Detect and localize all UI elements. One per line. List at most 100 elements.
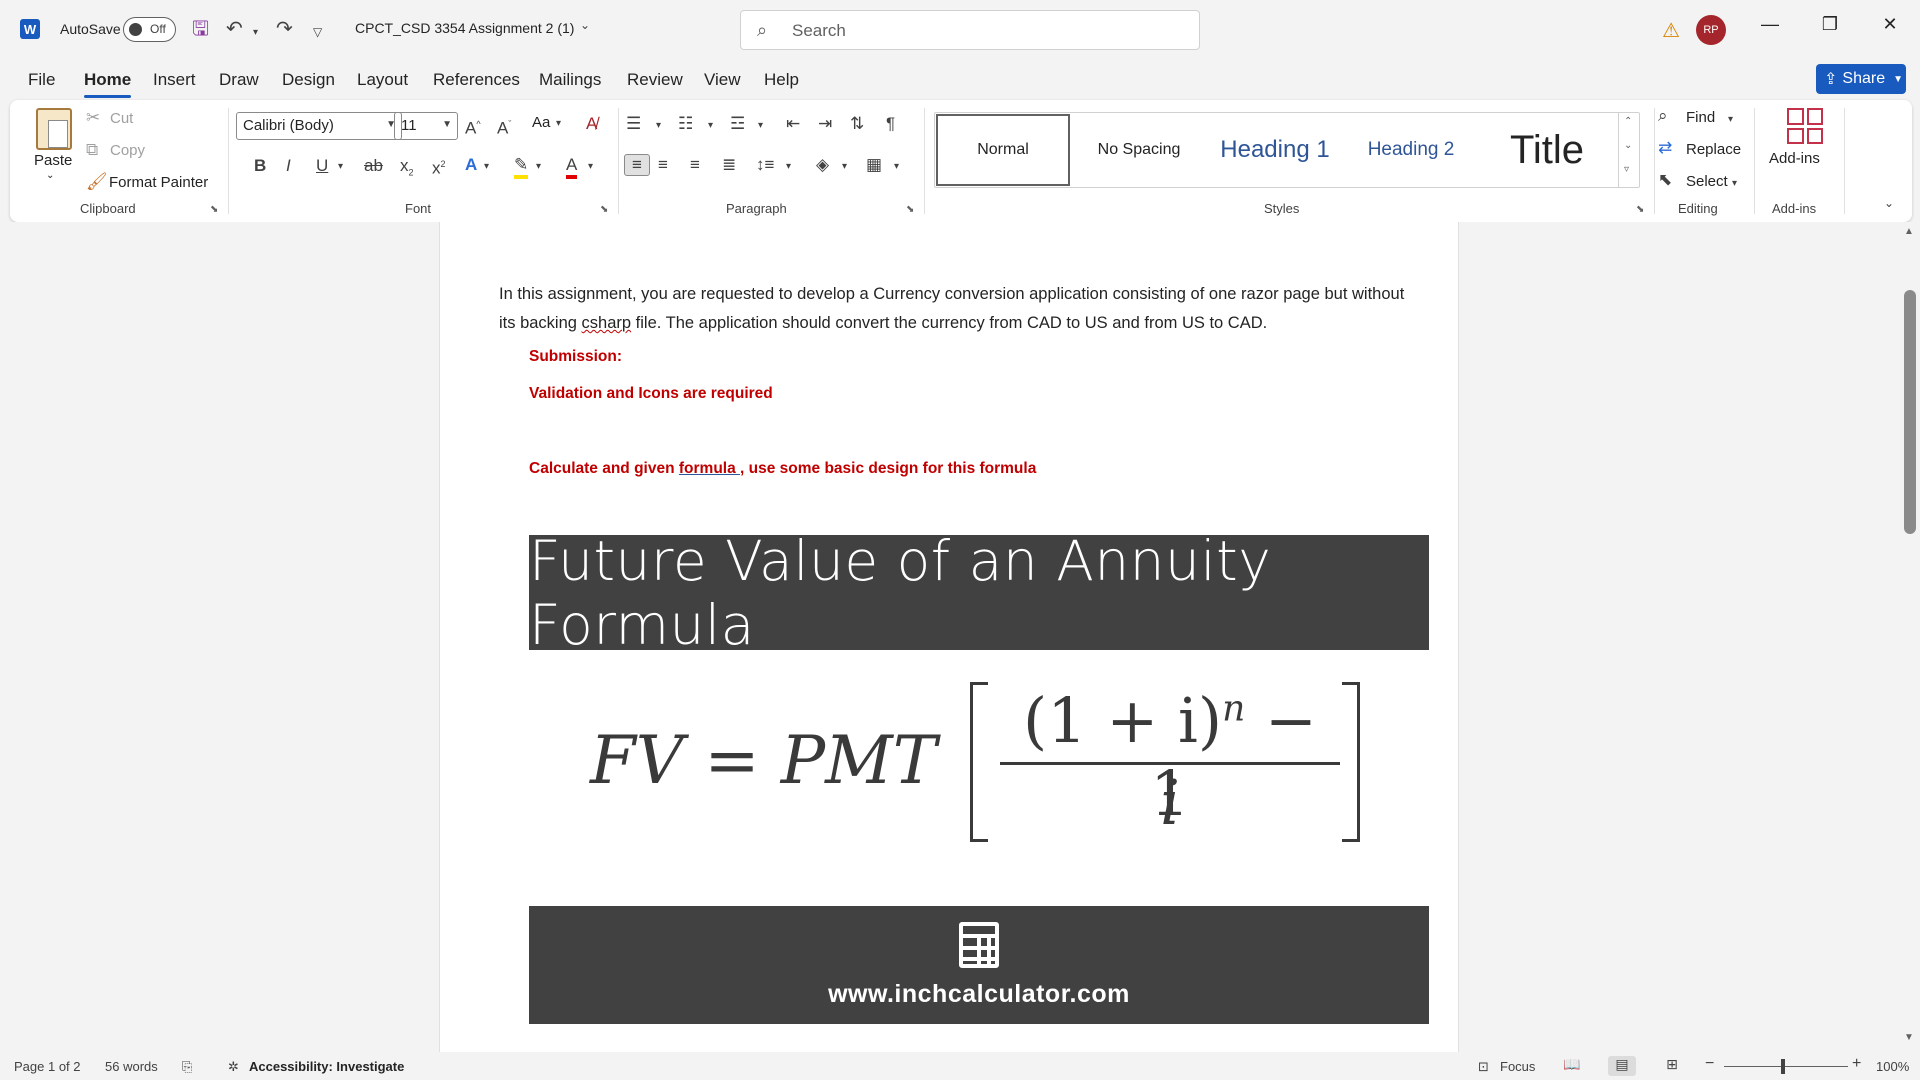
- align-left-icon[interactable]: ≡: [624, 154, 650, 176]
- dialog-launcher-icon[interactable]: ⬊: [906, 204, 914, 215]
- word-count[interactable]: 56 words: [105, 1059, 158, 1074]
- clear-formatting-icon[interactable]: A̸: [586, 114, 597, 134]
- vertical-scrollbar[interactable]: ▲ ▼: [1900, 222, 1920, 1052]
- shading-icon[interactable]: ◈: [816, 155, 829, 175]
- accessibility-status[interactable]: Accessibility: Investigate: [249, 1059, 404, 1074]
- chevron-down-icon[interactable]: ▾: [1728, 110, 1733, 130]
- paste-button[interactable]: Paste: [34, 152, 72, 169]
- zoom-slider[interactable]: [1724, 1066, 1848, 1067]
- tab-home[interactable]: Home: [84, 70, 132, 98]
- sort-icon[interactable]: ⇅: [850, 114, 864, 134]
- chevron-down-icon[interactable]: ▾: [708, 116, 713, 136]
- font-size-select[interactable]: 11 ▼: [394, 112, 458, 140]
- tab-design[interactable]: Design: [282, 70, 335, 90]
- chevron-up-icon[interactable]: ⌃: [1624, 116, 1632, 127]
- bold-icon[interactable]: B: [254, 156, 266, 176]
- dialog-launcher-icon[interactable]: ⬊: [600, 204, 608, 215]
- formula-banner-title[interactable]: Future Value of an Annuity Formula: [529, 529, 1429, 657]
- autosave-toggle[interactable]: Off: [123, 17, 176, 42]
- chevron-down-icon[interactable]: ▾: [484, 157, 489, 177]
- increase-indent-icon[interactable]: ⇥: [818, 114, 832, 134]
- ribbon-collapse-icon[interactable]: ⌄: [1884, 196, 1894, 210]
- bullets-icon[interactable]: ☰: [626, 114, 641, 134]
- strikethrough-icon[interactable]: ab: [364, 156, 383, 176]
- body-paragraph[interactable]: In this assignment, you are requested to…: [499, 280, 1419, 338]
- restore-icon[interactable]: ❐: [1815, 14, 1845, 35]
- justify-icon[interactable]: ≣: [722, 155, 736, 175]
- numbering-icon[interactable]: ☷: [678, 114, 693, 134]
- submission-heading[interactable]: Submission:: [529, 348, 622, 366]
- tab-insert[interactable]: Insert: [153, 70, 196, 90]
- warning-icon[interactable]: ⚠: [1662, 18, 1680, 43]
- calculate-note[interactable]: Calculate and given formula , use some b…: [529, 460, 1036, 478]
- italic-icon[interactable]: I: [286, 156, 291, 176]
- decrease-indent-icon[interactable]: ⇤: [786, 114, 800, 134]
- borders-icon[interactable]: ▦: [866, 155, 882, 175]
- source-banner[interactable]: www.inchcalculator.com: [529, 906, 1429, 1024]
- close-icon[interactable]: ✕: [1875, 14, 1905, 35]
- add-ins-icon[interactable]: [1787, 108, 1823, 144]
- search-input[interactable]: ⌕ Search: [740, 10, 1200, 50]
- grow-font-icon[interactable]: A^: [465, 114, 481, 139]
- minimize-icon[interactable]: —: [1755, 14, 1785, 35]
- chevron-down-icon[interactable]: ▾: [758, 116, 763, 136]
- chevron-down-icon[interactable]: ⌄: [580, 18, 590, 32]
- chevron-down-icon[interactable]: ▾: [842, 157, 847, 177]
- subscript-icon[interactable]: x2: [400, 156, 414, 182]
- shrink-font-icon[interactable]: Aˇ: [497, 114, 511, 139]
- undo-icon[interactable]: ↶: [226, 17, 243, 41]
- superscript-icon[interactable]: x2: [432, 154, 446, 179]
- avatar[interactable]: RP: [1696, 15, 1726, 45]
- expand-gallery-icon[interactable]: ▿: [1624, 164, 1629, 175]
- tab-help[interactable]: Help: [764, 70, 799, 90]
- misspelled-word[interactable]: csharp: [582, 314, 632, 332]
- cut-button[interactable]: Cut: [110, 110, 133, 127]
- undo-dropdown-icon[interactable]: ▾: [253, 21, 258, 45]
- tab-view[interactable]: View: [704, 70, 741, 90]
- formula-link[interactable]: formula ,: [679, 460, 744, 477]
- dialog-launcher-icon[interactable]: ⬊: [1636, 204, 1644, 215]
- replace-button[interactable]: Replace: [1686, 141, 1741, 158]
- style-normal[interactable]: Normal: [936, 114, 1070, 186]
- style-no-spacing[interactable]: No Spacing: [1072, 114, 1206, 186]
- style-heading-2[interactable]: Heading 2: [1344, 114, 1478, 186]
- tab-draw[interactable]: Draw: [219, 70, 259, 90]
- find-button[interactable]: Find: [1686, 109, 1715, 126]
- style-title[interactable]: Title: [1480, 114, 1614, 186]
- line-spacing-icon[interactable]: ↕≡: [756, 155, 774, 175]
- underline-icon[interactable]: U: [316, 156, 328, 176]
- customize-toolbar-icon[interactable]: ▽: [313, 20, 322, 44]
- chevron-down-icon[interactable]: ▾: [338, 157, 343, 177]
- read-mode-icon[interactable]: 📖: [1558, 1056, 1586, 1076]
- chevron-down-icon[interactable]: ▾: [556, 114, 561, 134]
- chevron-down-icon[interactable]: ▾: [786, 157, 791, 177]
- align-right-icon[interactable]: ≡: [690, 155, 700, 175]
- document-page[interactable]: In this assignment, you are requested to…: [439, 222, 1459, 1052]
- save-icon[interactable]: 🖫: [192, 17, 209, 41]
- show-formatting-icon[interactable]: ¶: [886, 114, 895, 134]
- proofing-icon[interactable]: ⎘: [182, 1059, 192, 1075]
- focus-button[interactable]: Focus: [1500, 1059, 1535, 1074]
- zoom-out-icon[interactable]: −: [1705, 1055, 1714, 1073]
- scroll-down-icon[interactable]: ▼: [1904, 1032, 1914, 1043]
- annuity-formula-image[interactable]: FV = PMT (1 + i)n − 1 i: [590, 682, 1370, 842]
- change-case-button[interactable]: Aa: [532, 114, 550, 131]
- page-count[interactable]: Page 1 of 2: [14, 1059, 81, 1074]
- format-painter-button[interactable]: Format Painter: [109, 174, 208, 191]
- copy-button[interactable]: Copy: [110, 142, 145, 159]
- style-heading-1[interactable]: Heading 1: [1208, 114, 1342, 186]
- tab-file[interactable]: File: [28, 70, 55, 90]
- web-layout-icon[interactable]: ⊞: [1658, 1056, 1686, 1076]
- select-button[interactable]: Select: [1686, 173, 1728, 190]
- zoom-level[interactable]: 100%: [1876, 1059, 1909, 1074]
- tab-review[interactable]: Review: [627, 70, 683, 90]
- chevron-down-icon[interactable]: ▾: [1732, 174, 1737, 194]
- font-name-select[interactable]: Calibri (Body) ▼: [236, 112, 402, 140]
- tab-references[interactable]: References: [433, 70, 520, 90]
- tab-mailings[interactable]: Mailings: [539, 70, 601, 90]
- scrollbar-thumb[interactable]: [1904, 290, 1916, 534]
- dialog-launcher-icon[interactable]: ⬊: [210, 204, 218, 215]
- paste-dropdown-icon[interactable]: ⌄: [46, 170, 54, 181]
- document-title[interactable]: CPCT_CSD 3354 Assignment 2 (1): [355, 20, 574, 36]
- align-center-icon[interactable]: ≡: [658, 155, 668, 175]
